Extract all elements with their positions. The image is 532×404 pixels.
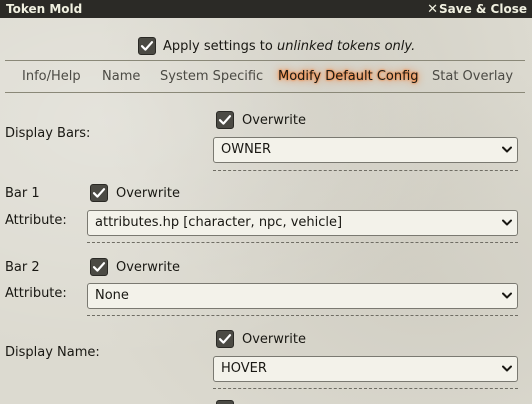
bar1-label: Bar 1 [5,186,40,201]
divider [87,242,518,243]
display-name-label: Display Name: [5,345,100,360]
save-and-close-button[interactable]: ✕Save & Close [427,1,527,18]
apply-label-prefix: Apply settings to [163,39,277,54]
bar2-attribute-select[interactable]: None [87,283,518,309]
bar2-overwrite-checkbox[interactable] [90,258,108,276]
bar2-attribute-value: None [95,288,129,303]
chevron-down-icon [502,292,512,299]
check-icon [218,115,232,125]
chevron-down-icon [502,365,512,372]
chevron-down-icon [502,146,512,153]
bar1-attribute-value: attributes.hp [character, npc, vehicle] [95,215,343,230]
check-icon [140,41,154,51]
tab-system-specific[interactable]: System Specific [160,69,263,85]
tab-bar: Info/Help Name System Specific Modify De… [5,60,525,93]
display-bars-overwrite-checkbox[interactable] [216,111,234,129]
bar1-overwrite-label: Overwrite [116,186,180,201]
display-name-select[interactable]: HOVER [213,356,518,382]
window-content: Apply settings to unlinked tokens only. … [0,18,532,404]
apply-unlinked-label: Apply settings to unlinked tokens only. [163,38,415,56]
chevron-down-icon [502,219,512,226]
display-bars-select[interactable]: OWNER [213,137,518,163]
check-icon [218,334,232,344]
check-icon [92,262,106,272]
display-bars-overwrite-label: Overwrite [242,113,306,128]
check-icon [92,188,106,198]
display-name-overwrite-checkbox[interactable] [216,330,234,348]
divider [213,170,518,171]
apply-unlinked-checkbox[interactable] [138,37,156,55]
tab-modify-default-config[interactable]: Modify Default Config [278,69,419,85]
bar1-attribute-select[interactable]: attributes.hp [character, npc, vehicle] [87,210,518,236]
tab-stat-overlay[interactable]: Stat Overlay [432,69,513,85]
close-icon: ✕ [427,2,439,17]
divider [213,388,518,389]
display-name-value: HOVER [221,361,267,376]
window-title: Token Mold [6,2,83,16]
window-titlebar[interactable]: Token Mold ✕Save & Close [0,0,532,18]
divider [87,315,518,316]
display-bars-label: Display Bars: [5,126,91,141]
apply-label-emphasis: unlinked tokens only. [277,39,416,54]
bar2-overwrite-label: Overwrite [116,260,180,275]
token-mold-window: Token Mold ✕Save & Close Apply settings … [0,0,532,404]
bar1-overwrite-checkbox[interactable] [90,184,108,202]
next-overwrite-checkbox[interactable] [216,400,234,404]
tab-name[interactable]: Name [102,69,140,85]
bar1-attribute-label: Attribute: [5,213,67,228]
display-name-overwrite-label: Overwrite [242,332,306,347]
tab-info-help[interactable]: Info/Help [22,69,81,85]
save-and-close-label: Save & Close [439,2,527,16]
display-bars-value: OWNER [221,142,272,157]
bar2-attribute-label: Attribute: [5,286,67,301]
bar2-label: Bar 2 [5,260,40,275]
